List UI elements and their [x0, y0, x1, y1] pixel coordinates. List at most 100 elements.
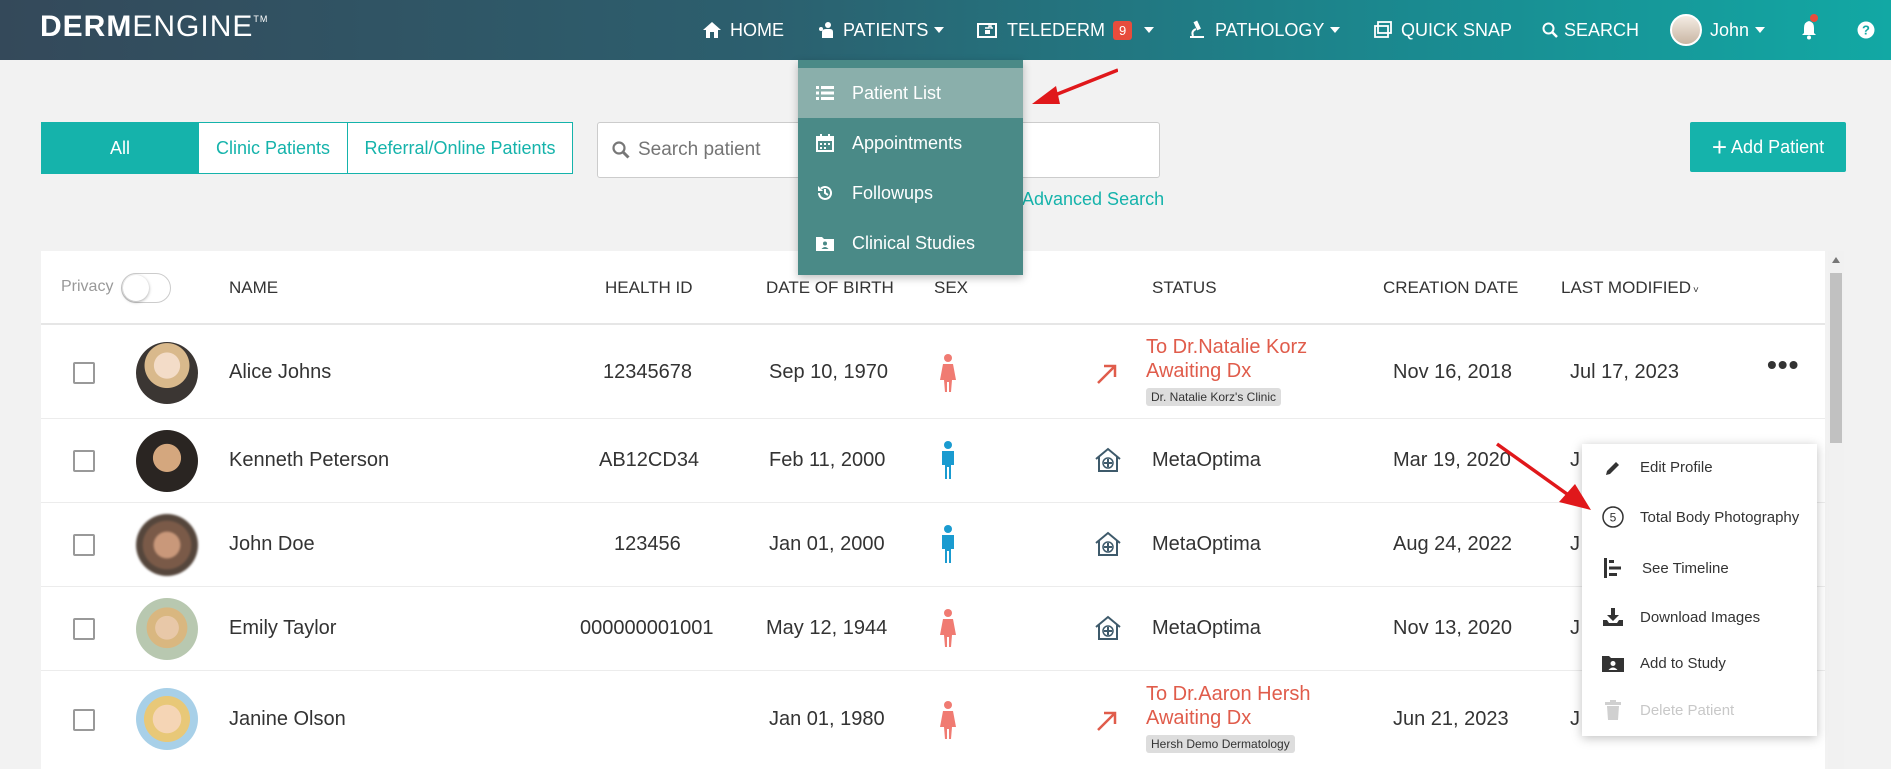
- table-row[interactable]: Alice Johns 12345678 Sep 10, 1970 To Dr.…: [41, 327, 1825, 419]
- chevron-down-icon: [934, 27, 945, 33]
- patient-row-context-menu: Edit Profile 5 Total Body Photography Se…: [1582, 444, 1817, 736]
- nav-quick-snap[interactable]: QUICK SNAP: [1373, 0, 1512, 60]
- creation-date: Nov 13, 2020: [1393, 617, 1512, 639]
- table-row[interactable]: John Doe 123456 Jan 01, 2000 MetaOptima …: [41, 503, 1825, 587]
- creation-date: Jun 21, 2023: [1393, 708, 1509, 730]
- help-button[interactable]: ?: [1857, 0, 1883, 60]
- referral-arrow-icon: [1097, 711, 1117, 731]
- nav-home[interactable]: HOME: [702, 0, 784, 60]
- menu-item-see-timeline[interactable]: See Timeline: [1602, 558, 1729, 578]
- clinic-tag: Dr. Natalie Korz's Clinic: [1146, 388, 1281, 406]
- clinic-tag: Hersh Demo Dermatology: [1146, 735, 1295, 753]
- menu-item-clinical-studies[interactable]: Clinical Studies: [798, 218, 1023, 268]
- nav-search-label: SEARCH: [1564, 19, 1640, 40]
- add-patient-label: Add Patient: [1731, 136, 1825, 157]
- patient-name[interactable]: Janine Olson: [229, 708, 346, 731]
- more-options-icon[interactable]: •••: [1767, 349, 1799, 381]
- menu-item-patient-list[interactable]: Patient List: [798, 68, 1023, 118]
- scroll-up-icon[interactable]: [1832, 257, 1840, 263]
- patient-name[interactable]: Kenneth Peterson: [229, 449, 389, 472]
- status-clinic: MetaOptima: [1152, 617, 1261, 639]
- annotation-arrow: [1032, 68, 1118, 104]
- nav-search[interactable]: SEARCH: [1542, 0, 1639, 60]
- patients-dropdown-menu: Patient List Appointments Followups Clin…: [798, 60, 1023, 275]
- patient-name[interactable]: Alice Johns: [229, 361, 331, 384]
- row-checkbox[interactable]: [73, 618, 95, 640]
- photos-icon: [1374, 21, 1392, 38]
- nav-telederm[interactable]: TELEDERM 9: [977, 0, 1155, 60]
- menu-item-total-body-photography[interactable]: 5 Total Body Photography: [1602, 506, 1799, 528]
- header-name[interactable]: NAME: [229, 278, 278, 298]
- sort-desc-icon: ˅: [1693, 285, 1699, 296]
- tab-all[interactable]: All: [42, 123, 199, 173]
- status-referral[interactable]: To Dr.Natalie Korz Awaiting Dx Dr. Natal…: [1146, 335, 1307, 407]
- trash-icon: [1605, 700, 1621, 720]
- avatar: [136, 688, 198, 750]
- header-sex[interactable]: SEX: [934, 278, 968, 298]
- health-id: AB12CD34: [599, 449, 700, 471]
- creation-date: Mar 19, 2020: [1393, 449, 1511, 471]
- menu-item-followups[interactable]: Followups: [798, 168, 1023, 218]
- header-dob[interactable]: DATE OF BIRTH: [766, 278, 894, 298]
- status-referral[interactable]: To Dr.Aaron Hersh Awaiting Dx Hersh Demo…: [1146, 682, 1311, 754]
- table-scrollbar[interactable]: [1828, 251, 1844, 769]
- notifications-button[interactable]: [1800, 0, 1826, 60]
- nav-patients[interactable]: PATIENTS: [817, 0, 945, 60]
- nav-patients-label: PATIENTS: [843, 19, 929, 40]
- row-checkbox[interactable]: [73, 450, 95, 472]
- scrollbar-thumb[interactable]: [1830, 273, 1842, 443]
- clinic-house-icon: [1095, 531, 1121, 556]
- health-id: 12345678: [603, 361, 692, 383]
- nav-pathology[interactable]: PATHOLOGY: [1187, 0, 1341, 60]
- clinic-house-icon: [1095, 615, 1121, 640]
- menu-item-download-images[interactable]: Download Images: [1602, 608, 1760, 626]
- top-navbar: DERMENGINETM HOME PATIENTS TELEDERM 9 PA…: [0, 0, 1891, 60]
- header-status[interactable]: STATUS: [1152, 278, 1217, 298]
- timeline-icon: [1604, 558, 1621, 578]
- chevron-down-icon: [1330, 27, 1341, 33]
- header-health-id[interactable]: HEALTH ID: [605, 278, 693, 298]
- header-creation-date[interactable]: CREATION DATE: [1383, 278, 1518, 298]
- male-icon: [942, 525, 954, 563]
- nav-home-label: HOME: [730, 19, 784, 40]
- menu-item-add-to-study[interactable]: Add to Study: [1602, 654, 1726, 672]
- last-modified: J: [1570, 708, 1580, 730]
- row-checkbox[interactable]: [73, 362, 95, 384]
- date-of-birth: Feb 11, 2000: [769, 449, 886, 471]
- user-name: John: [1710, 19, 1750, 40]
- health-id: 000000001001: [580, 617, 714, 639]
- folder-user-icon: [816, 237, 834, 251]
- dermengine-logo[interactable]: DERMENGINETM: [40, 10, 268, 44]
- search-patient-input[interactable]: [638, 139, 818, 161]
- privacy-toggle[interactable]: [121, 273, 171, 303]
- nav-user-menu[interactable]: John: [1670, 0, 1766, 60]
- patients-icon: [819, 22, 833, 38]
- menu-item-delete-patient: Delete Patient: [1602, 700, 1734, 720]
- patient-name[interactable]: Emily Taylor: [229, 617, 336, 640]
- notification-dot: [1810, 14, 1818, 22]
- patient-name[interactable]: John Doe: [229, 533, 315, 556]
- tab-clinic-patients[interactable]: Clinic Patients: [199, 123, 348, 173]
- date-of-birth: May 12, 1944: [766, 617, 888, 639]
- advanced-search-link[interactable]: Advanced Search: [1022, 189, 1164, 210]
- list-icon: [816, 86, 834, 100]
- table-row[interactable]: Janine Olson Jan 01, 1980 To Dr.Aaron He…: [41, 671, 1825, 769]
- date-of-birth: Jan 01, 1980: [769, 708, 885, 730]
- date-of-birth: Jan 01, 2000: [769, 533, 885, 555]
- last-modified: J: [1570, 533, 1580, 555]
- add-patient-button[interactable]: + Add Patient: [1690, 122, 1846, 172]
- tbp-count-icon: 5: [1602, 506, 1624, 528]
- row-checkbox[interactable]: [73, 709, 95, 731]
- toggle-knob: [123, 275, 149, 301]
- nav-telederm-label: TELEDERM: [1007, 19, 1106, 40]
- menu-item-edit-profile[interactable]: Edit Profile: [1602, 459, 1713, 476]
- privacy-label: Privacy: [61, 278, 114, 295]
- table-row[interactable]: Emily Taylor 000000001001 May 12, 1944 M…: [41, 587, 1825, 671]
- tab-referral-patients[interactable]: Referral/Online Patients: [348, 123, 572, 173]
- menu-item-appointments[interactable]: Appointments: [798, 118, 1023, 168]
- header-last-modified[interactable]: LAST MODIFIED ˅: [1561, 278, 1699, 298]
- row-checkbox[interactable]: [73, 534, 95, 556]
- health-id: 123456: [614, 533, 681, 555]
- svg-text:5: 5: [1610, 511, 1617, 525]
- microscope-icon: [1190, 20, 1204, 38]
